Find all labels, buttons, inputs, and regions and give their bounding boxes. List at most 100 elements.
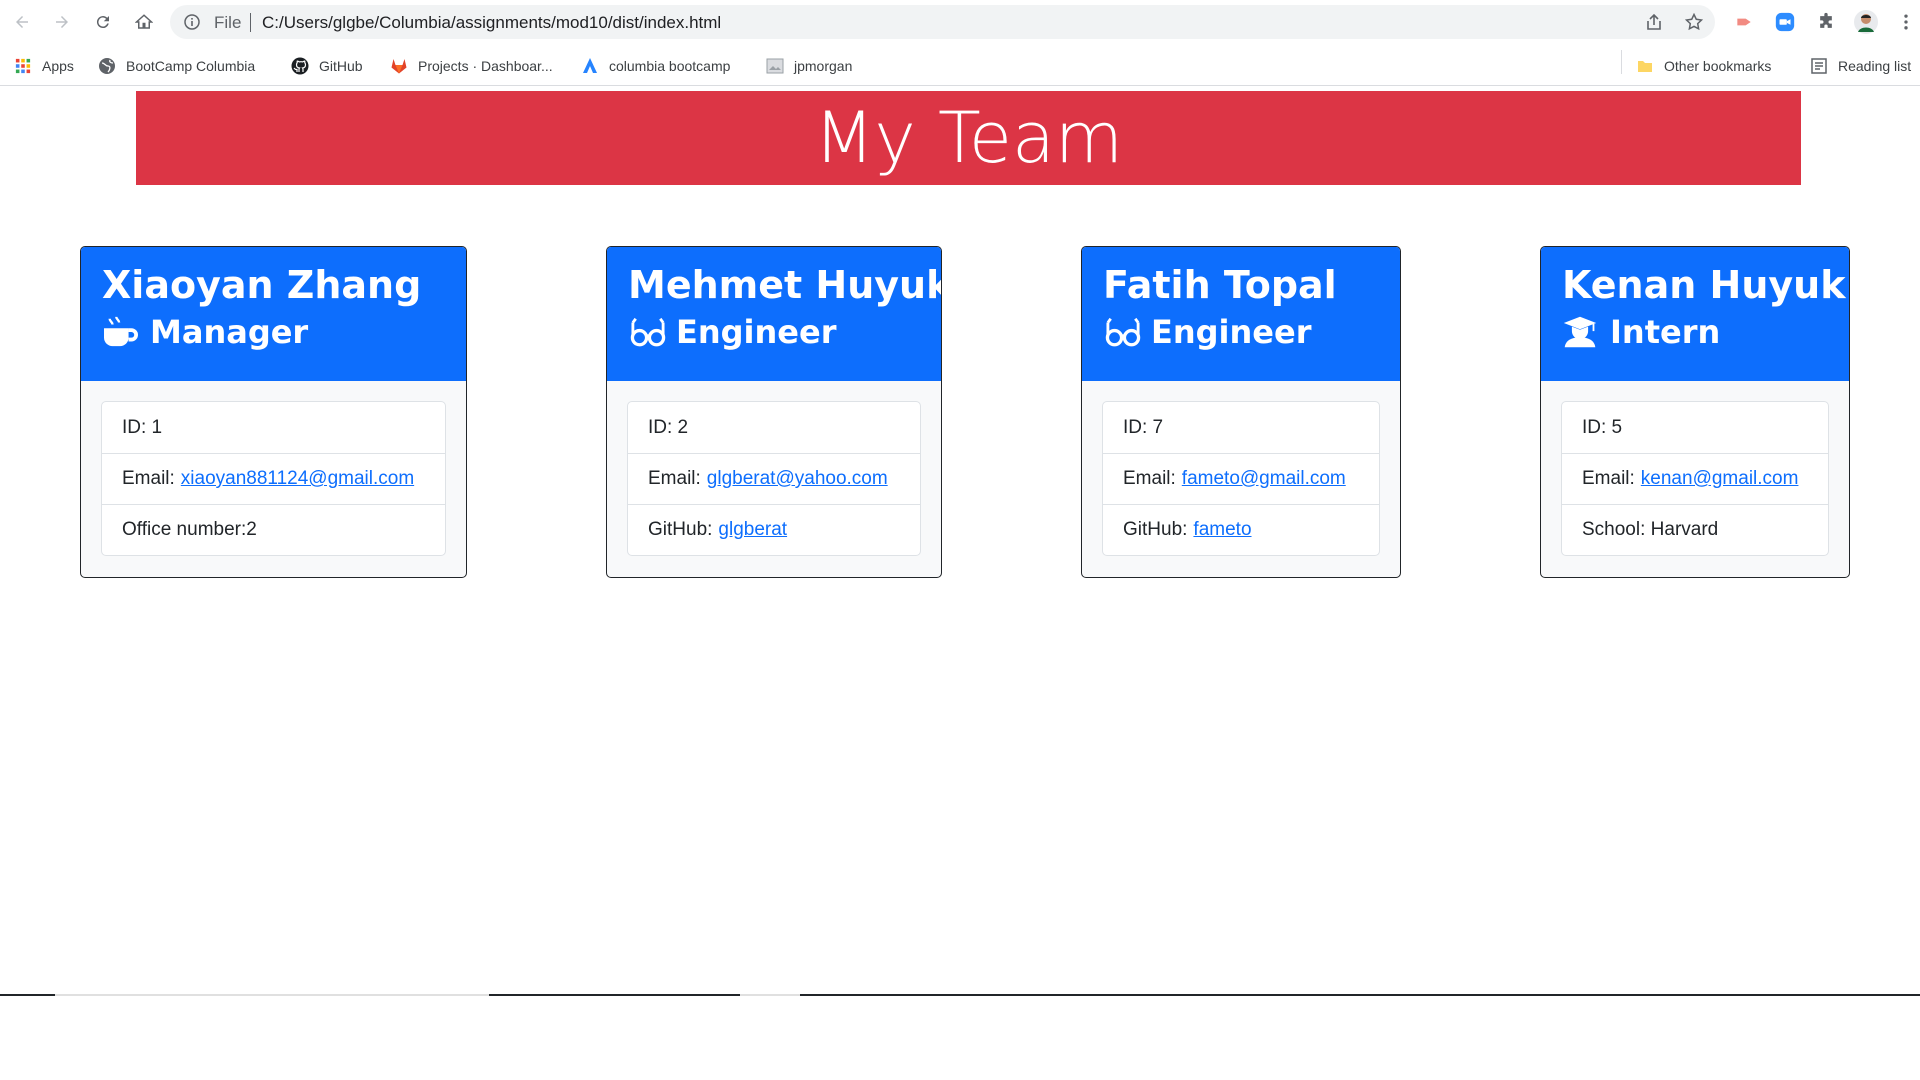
divider-segment [740,994,800,996]
email-link[interactable]: fameto@gmail.com [1182,468,1346,490]
email-label: Email: [122,468,175,489]
role-label: Engineer [676,313,837,351]
employee-role: Engineer [628,309,921,355]
bookmark-label: Projects · Dashboar... [418,58,553,74]
github-icon [291,57,309,75]
other-bookmarks-label: Other bookmarks [1664,58,1772,74]
bookmark-label: BootCamp Columbia [126,58,256,74]
employee-role: Engineer [1103,309,1380,355]
gitlab-icon [390,57,408,75]
reading-list-label: Reading list [1838,58,1912,74]
github-item: GitHub: glgberat [628,504,920,555]
more-menu-icon[interactable] [1894,10,1918,34]
forward-arrow-icon[interactable] [50,10,74,34]
bookmark-projects-dashboard[interactable]: Projects · Dashboar... [390,56,553,76]
id-item: ID: 1 [122,416,163,438]
school-item: School: Harvard [1562,504,1828,555]
details-list: ID: 1 Email: xiaoyan881124@gmail.com Off… [101,401,446,556]
email-link[interactable]: glgberat@yahoo.com [707,468,888,490]
id-item: ID: 5 [1582,416,1623,438]
employee-name: Mehmet Huyuk [628,263,942,307]
url-separator [250,13,251,32]
email-label: Email: [1582,468,1635,489]
id-item: ID: 2 [648,416,689,438]
role-label: Manager [150,313,309,351]
role-label: Intern [1610,313,1721,351]
bookmarks-bar: Apps BootCamp Columbia GitHub Projects ·… [0,44,1920,86]
details-list: ID: 7 Email: fameto@gmail.com GitHub: fa… [1102,401,1380,556]
info-icon[interactable] [184,14,200,30]
puzzle-extensions-icon[interactable] [1814,10,1838,34]
email-label: Email: [1123,468,1176,489]
bookmark-label: columbia bootcamp [609,58,731,74]
address-bar[interactable]: File C:/Users/glgbe/Columbia/assignments… [170,5,1715,39]
graduate-icon [1562,314,1602,350]
card-header: Fatih Topal Engineer [1082,247,1400,381]
zoom-extension-icon[interactable] [1773,10,1797,34]
apps-grid-icon [14,57,32,75]
employee-card: Mehmet Huyuk Engineer ID: 2 Email: glgbe… [606,246,942,578]
email-label: Email: [648,468,701,489]
email-item: Email: fameto@gmail.com [1103,453,1379,504]
avatar[interactable] [1854,10,1878,34]
mug-icon [102,314,142,350]
bookmark-label: Apps [42,58,74,74]
github-link[interactable]: glgberat [718,519,787,541]
page-header: My Team [136,91,1801,185]
back-arrow-icon[interactable] [10,10,34,34]
divider-segment [55,994,489,996]
role-label: Engineer [1151,313,1312,351]
bookmark-label: GitHub [319,58,363,74]
atlassian-icon [581,57,599,75]
bottom-divider [0,994,1920,996]
github-label: GitHub: [648,519,713,540]
employee-card: Fatih Topal Engineer ID: 7 Email: fameto… [1081,246,1401,578]
github-link[interactable]: fameto [1193,519,1251,541]
github-item: GitHub: fameto [1103,504,1379,555]
card-body: ID: 7 Email: fameto@gmail.com GitHub: fa… [1082,381,1400,576]
employee-role: Intern [1562,309,1829,355]
globe-icon [98,57,116,75]
bookmark-jpmorgan[interactable]: jpmorgan [766,56,852,76]
share-icon[interactable] [1645,13,1663,31]
employee-role: Manager [102,309,446,355]
image-icon [766,57,784,75]
card-header: Mehmet Huyuk Engineer [607,247,941,381]
email-item: Email: glgberat@yahoo.com [628,453,920,504]
home-icon[interactable] [132,10,156,34]
star-bookmark-icon[interactable] [1685,13,1703,31]
id-item: ID: 7 [1123,416,1164,438]
page-title: My Team [813,97,1124,179]
reload-icon[interactable] [91,10,115,34]
bookmark-apps[interactable]: Apps [14,56,74,76]
reading-list[interactable]: Reading list [1810,56,1911,76]
bookmarks-divider [1621,50,1622,74]
details-list: ID: 5 Email: kenan@gmail.com School: Har… [1561,401,1829,556]
employee-card: Xiaoyan Zhang Manager ID: 1 Email: xiaoy… [80,246,467,578]
card-header: Kenan Huyuk Intern [1541,247,1849,381]
employee-card: Kenan Huyuk Intern ID: 5 Email: kenan@gm… [1540,246,1850,578]
bookmark-bootcamp-columbia[interactable]: BootCamp Columbia [98,56,255,76]
card-body: ID: 5 Email: kenan@gmail.com School: Har… [1541,381,1849,576]
folder-icon [1636,57,1654,75]
browser-toolbar: File C:/Users/glgbe/Columbia/assignments… [0,0,1920,44]
glasses-icon [1103,314,1143,350]
extension-red-icon[interactable] [1732,10,1756,34]
url-scheme-label: File [214,13,242,32]
employee-name: Xiaoyan Zhang [102,263,422,307]
github-label: GitHub: [1123,519,1188,540]
details-list: ID: 2 Email: glgberat@yahoo.com GitHub: … [627,401,921,556]
office-number-item: Office number:2 [102,504,445,555]
email-item: Email: xiaoyan881124@gmail.com [102,453,445,504]
glasses-icon [628,314,668,350]
url-text[interactable]: C:/Users/glgbe/Columbia/assignments/mod1… [262,13,721,33]
bookmark-github[interactable]: GitHub [291,56,363,76]
email-item: Email: kenan@gmail.com [1562,453,1828,504]
bookmark-columbia-bootcamp[interactable]: columbia bootcamp [581,56,730,76]
card-header: Xiaoyan Zhang Manager [81,247,466,381]
employee-name: Fatih Topal [1103,263,1337,307]
reading-list-icon [1810,57,1828,75]
email-link[interactable]: kenan@gmail.com [1641,468,1799,490]
email-link[interactable]: xiaoyan881124@gmail.com [181,468,414,490]
other-bookmarks[interactable]: Other bookmarks [1636,56,1771,76]
